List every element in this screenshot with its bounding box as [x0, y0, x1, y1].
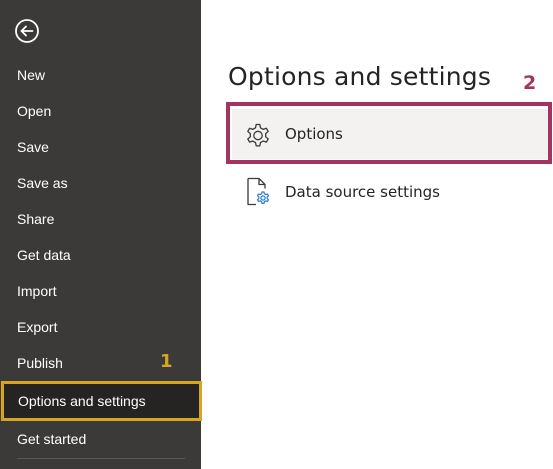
- data-source-settings-label: Data source settings: [285, 183, 440, 201]
- menu-item-import[interactable]: Import: [0, 273, 201, 309]
- callout-number-2: 2: [523, 72, 537, 94]
- menu-item-get-started[interactable]: Get started: [0, 421, 201, 457]
- menu-item-save[interactable]: Save: [0, 129, 201, 165]
- data-source-settings-item[interactable]: Data source settings: [232, 167, 548, 217]
- menu-item-get-data[interactable]: Get data: [0, 237, 201, 273]
- callout-highlight-2: [226, 102, 552, 164]
- back-arrow-icon[interactable]: [14, 18, 40, 44]
- menu-item-share[interactable]: Share: [0, 201, 201, 237]
- menu-item-save-as[interactable]: Save as: [0, 165, 201, 201]
- callout-highlight-1: [1, 381, 202, 421]
- menu-item-export[interactable]: Export: [0, 309, 201, 345]
- document-gear-icon: [242, 176, 274, 208]
- sidebar-divider: [17, 458, 185, 459]
- menu-item-new[interactable]: New: [0, 57, 201, 93]
- menu-item-open[interactable]: Open: [0, 93, 201, 129]
- callout-number-1: 1: [160, 351, 173, 372]
- page-title: Options and settings: [228, 62, 492, 91]
